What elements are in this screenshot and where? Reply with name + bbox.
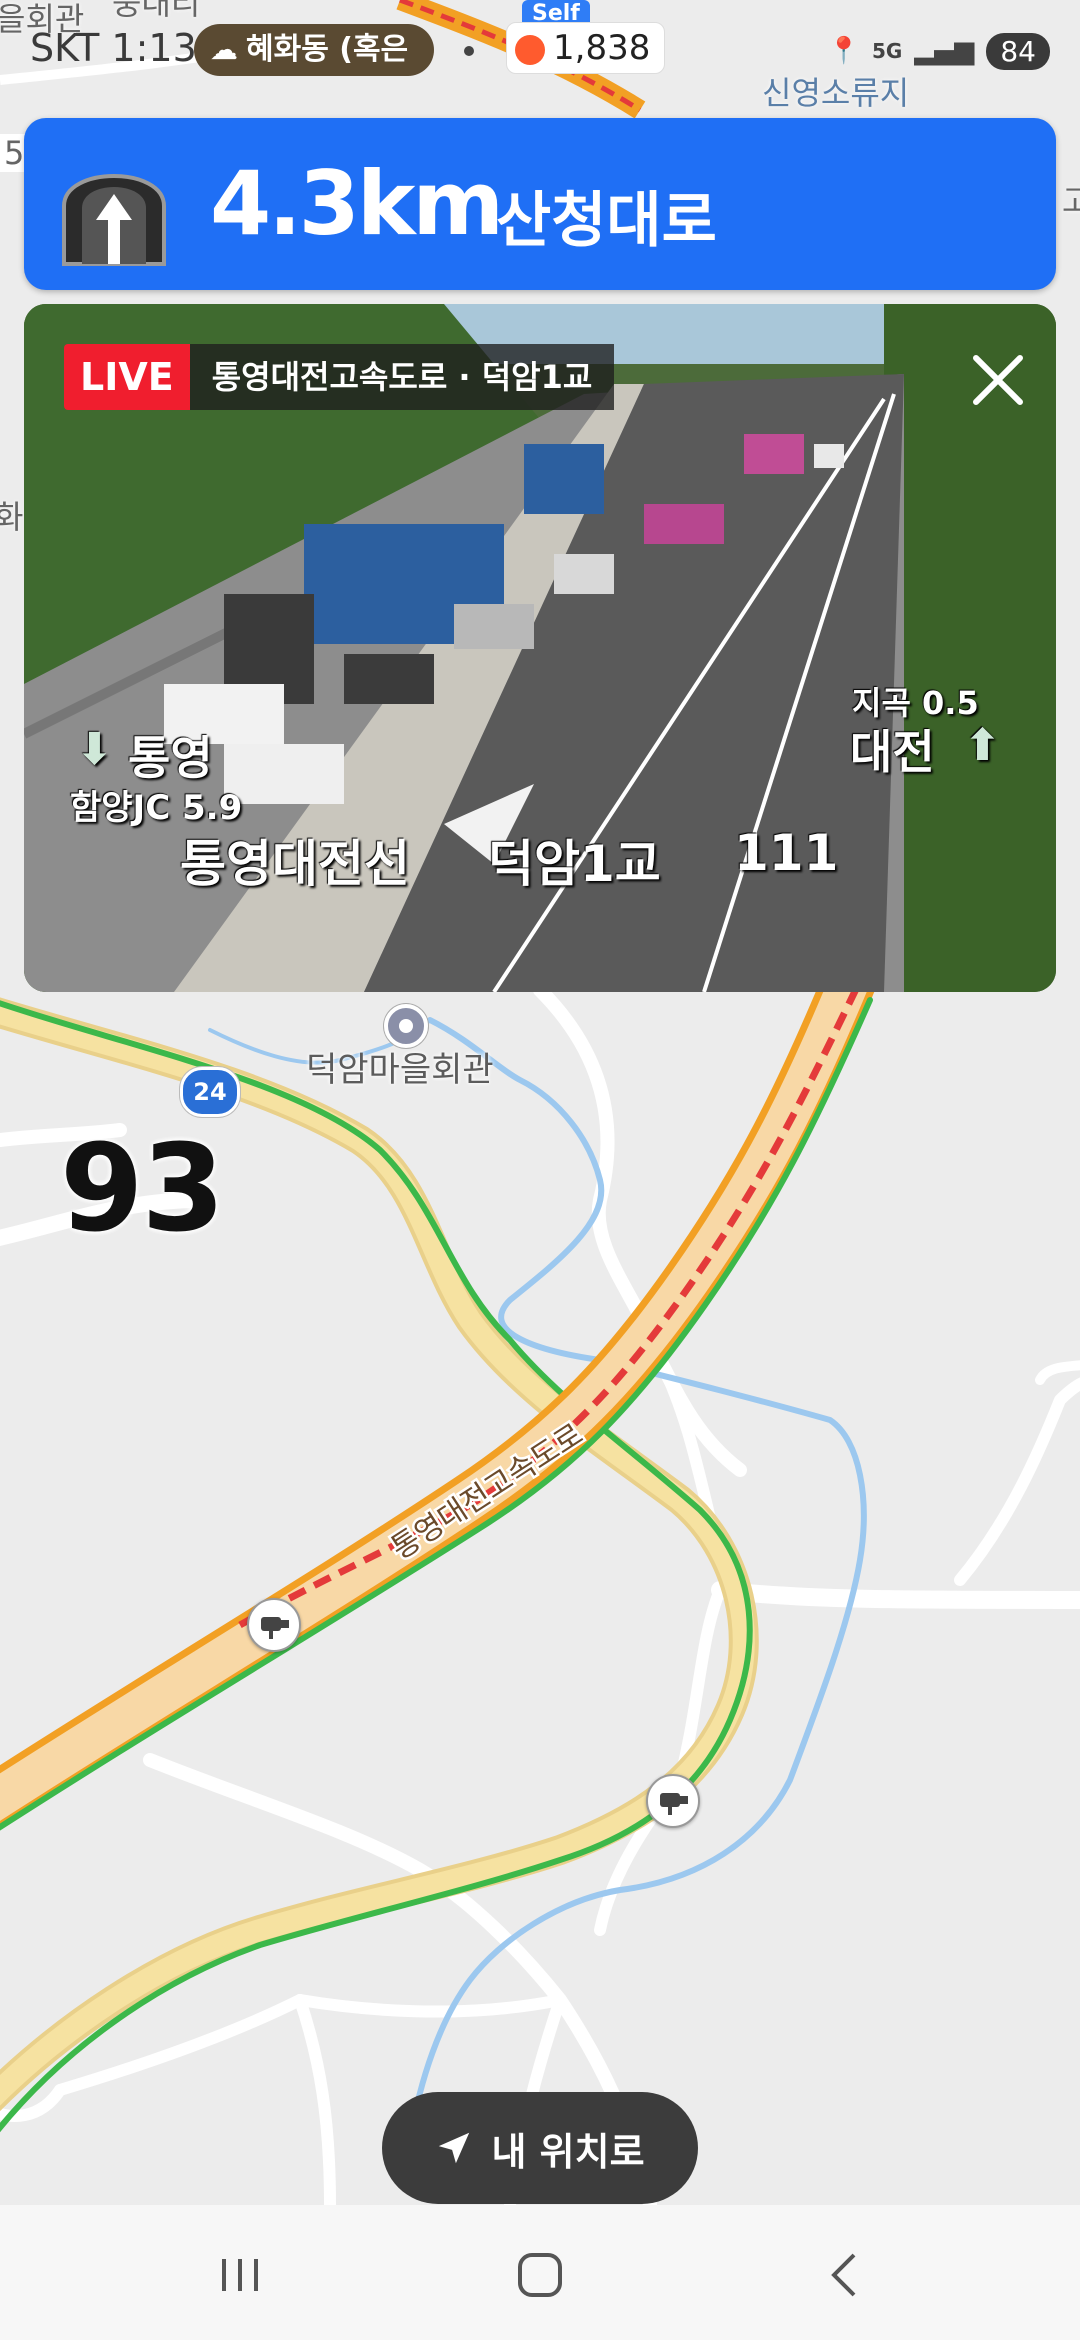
route-shield: 24 xyxy=(180,1067,240,1117)
location-arrow-icon xyxy=(439,2132,470,2164)
highway-label: 통영대전고속도로 xyxy=(385,1417,589,1567)
cloud-icon: ☁ xyxy=(210,33,238,66)
speed-camera-icon[interactable] xyxy=(646,1774,700,1828)
next-road-name: 산청대로 xyxy=(496,186,717,256)
distance-to-maneuver: 4.3km xyxy=(210,152,504,255)
home-icon[interactable] xyxy=(500,2235,580,2315)
cctv-live-card[interactable]: LIVE 통영대전고속도로 · 덕암1교 ⬇ 통영 함양JC 5.9 지곡 0.… xyxy=(24,304,1056,992)
cctv-location: 통영대전고속도로 · 덕암1교 xyxy=(189,344,615,410)
back-icon[interactable] xyxy=(806,2235,886,2315)
network-label: 5G xyxy=(872,39,903,63)
battery-indicator: 84 xyxy=(986,32,1050,70)
overlay-camera-number: 111 xyxy=(734,824,839,882)
status-icons: 📍 5G ▂▄▆ 84 xyxy=(828,28,1050,74)
overlay-left-direction: 통영 xyxy=(128,731,213,785)
signal-icon: ▂▄▆ xyxy=(914,36,975,66)
current-speed: 93 xyxy=(60,1120,225,1259)
close-icon[interactable] xyxy=(970,352,1026,408)
overlay-arrow-up-icon: ⬆ xyxy=(964,720,1001,771)
location-icon: 📍 xyxy=(827,36,861,66)
fuel-price-chip[interactable]: 1,838 xyxy=(506,22,666,74)
overlay-right-direction: 대전 xyxy=(850,725,935,779)
system-nav-bar xyxy=(0,2205,1080,2340)
my-location-button[interactable]: 내 위치로 xyxy=(382,2092,698,2204)
weather-chip[interactable]: ☁ 혜화동 (혹은 xyxy=(194,24,435,76)
live-badge: LIVE xyxy=(64,344,190,410)
map-label-left-mid: 화 xyxy=(0,498,24,536)
camera-glyph-icon xyxy=(261,1617,289,1639)
recent-apps-icon[interactable] xyxy=(200,2235,280,2315)
map-label-right-edge: 고 xyxy=(1062,182,1080,220)
overlay-camera-place: 덕암1교 xyxy=(488,835,661,893)
status-carrier-time: SKT 1:13 xyxy=(30,26,197,70)
camera-glyph-icon xyxy=(660,1793,688,1815)
overlay-left-sub: 함양JC 5.9 xyxy=(70,788,243,828)
tunnel-straight-icon xyxy=(62,174,166,266)
speed-camera-icon[interactable] xyxy=(247,1598,301,1652)
gas-station-icon xyxy=(515,34,545,65)
overlay-arrow-down-icon: ⬇ xyxy=(76,724,113,775)
my-location-label: 내 위치로 xyxy=(491,2129,645,2174)
navigation-banner[interactable]: 4.3km 산청대로 xyxy=(24,118,1056,290)
overlay-camera-name: 통영대전선 xyxy=(180,835,410,893)
cctv-live-header: LIVE 통영대전고속도로 · 덕암1교 xyxy=(64,344,615,410)
status-bar: SKT 1:13 ☁ 혜화동 (혹은 Self 1,838 📍 5G ▂▄▆ 84 xyxy=(0,0,1080,100)
notification-dot xyxy=(464,46,474,56)
poi-label[interactable]: 덕암마을회관 xyxy=(306,1042,494,1091)
